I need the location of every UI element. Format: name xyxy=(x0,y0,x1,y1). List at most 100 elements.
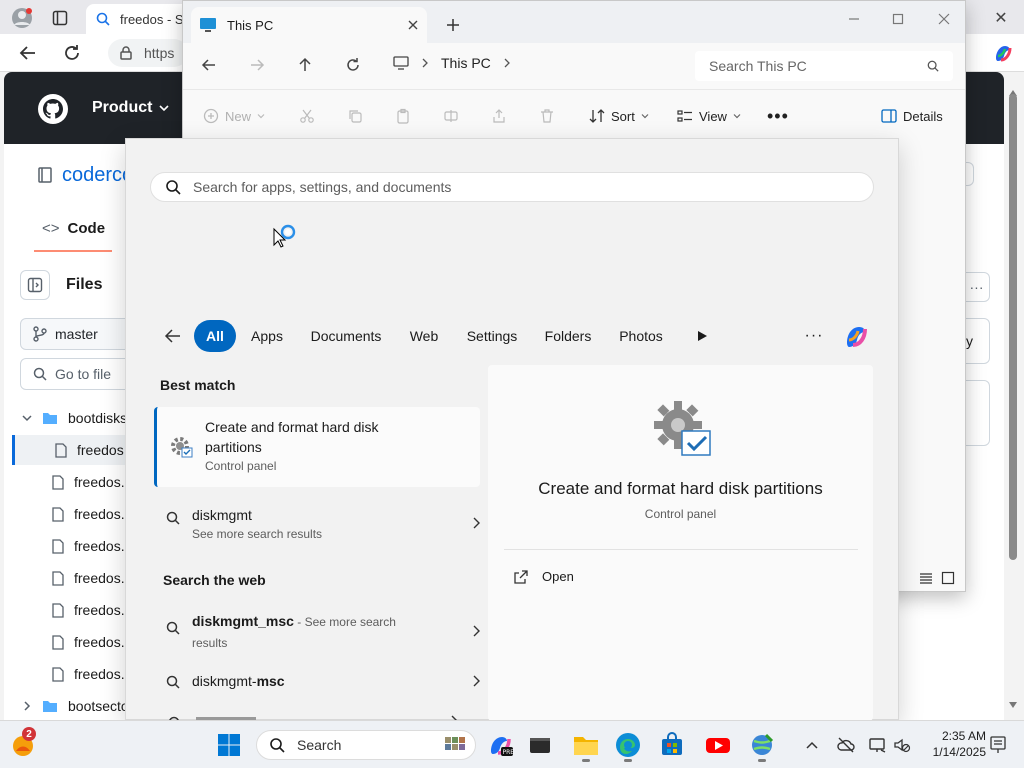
filter-chip-all[interactable]: All xyxy=(194,320,236,352)
scrollbar-thumb[interactable] xyxy=(1009,94,1017,560)
page-scrollbar[interactable] xyxy=(1006,80,1020,720)
youtube-app-icon[interactable] xyxy=(704,731,732,759)
notification-badge: 2 xyxy=(22,727,36,741)
file-explorer-taskbar-icon[interactable] xyxy=(572,731,600,762)
branch-selector[interactable]: master xyxy=(20,318,140,350)
suggestion-diskmgmt[interactable]: diskmgmt See more search results xyxy=(154,505,480,549)
tree-file-item[interactable]: freedos. xyxy=(12,531,132,561)
back-arrow-icon[interactable] xyxy=(16,42,40,64)
sort-button[interactable]: Sort xyxy=(589,104,649,128)
windows-search-panel: Search for apps, settings, and documents… xyxy=(125,138,899,721)
copilot-icon[interactable] xyxy=(838,319,872,353)
more-options-icon[interactable]: ··· xyxy=(802,325,826,347)
windows-start-icon[interactable] xyxy=(217,733,241,757)
web-result[interactable]: diskmgmt-msc xyxy=(154,671,480,701)
taskbar: 2 Search PRE 2:35 AM 1/14/2025 xyxy=(0,720,1024,768)
taskbar-clock[interactable]: 2:35 AM 1/14/2025 xyxy=(914,728,986,760)
chevron-up-icon[interactable] xyxy=(804,737,820,753)
new-tab-plus-icon[interactable] xyxy=(441,13,465,37)
tree-folder-bootdisks[interactable]: bootdisks xyxy=(12,403,132,433)
refresh-icon[interactable] xyxy=(339,53,367,77)
search-input[interactable]: Search for apps, settings, and documents xyxy=(150,172,874,202)
details-view-icon[interactable] xyxy=(919,571,933,585)
maximize-icon[interactable] xyxy=(883,7,913,31)
chevron-right-icon[interactable] xyxy=(472,625,480,637)
open-action[interactable]: Open xyxy=(514,569,574,584)
address-bar[interactable]: https xyxy=(108,39,188,67)
github-product-menu[interactable]: Product xyxy=(92,99,170,117)
tree-file-item[interactable]: freedos. xyxy=(12,595,132,625)
scroll-down-arrow-icon[interactable] xyxy=(1009,702,1017,708)
view-label: View xyxy=(699,108,727,124)
tiles-view-icon[interactable] xyxy=(941,571,955,585)
filter-chip-settings[interactable]: Settings xyxy=(460,320,524,352)
github-logo-icon[interactable] xyxy=(36,92,70,126)
filter-chip-documents[interactable]: Documents xyxy=(304,320,388,352)
network-globe-app-icon[interactable] xyxy=(748,731,776,762)
up-arrow-icon[interactable] xyxy=(291,53,319,77)
breadcrumb[interactable]: This PC xyxy=(393,55,511,71)
tree-file-item[interactable]: freedos. xyxy=(12,435,132,465)
file-icon xyxy=(52,602,64,618)
filter-chip-folders[interactable]: Folders xyxy=(538,320,598,352)
breadcrumb-item[interactable]: This PC xyxy=(441,55,491,71)
tree-file-item[interactable]: freedos. xyxy=(12,499,132,529)
tree-file-item[interactable]: freedos. xyxy=(12,627,132,657)
more-options-icon[interactable]: ··· xyxy=(964,272,990,302)
paste-icon[interactable] xyxy=(395,104,411,128)
minimize-icon[interactable] xyxy=(839,7,869,31)
chevron-right-icon[interactable] xyxy=(472,675,480,687)
terminal-app-icon[interactable] xyxy=(526,731,554,759)
filter-chip-apps[interactable]: Apps xyxy=(242,320,292,352)
view-toggle-group xyxy=(919,571,955,585)
go-to-file-input[interactable]: Go to file xyxy=(20,358,140,390)
filter-chip-web[interactable]: Web xyxy=(402,320,446,352)
back-arrow-icon[interactable] xyxy=(162,325,184,347)
taskbar-search[interactable]: Search xyxy=(256,730,476,760)
play-more-icon[interactable] xyxy=(692,326,712,346)
tree-file-item[interactable]: freedos. xyxy=(12,467,132,497)
active-tab-underline xyxy=(34,250,112,252)
cut-icon[interactable] xyxy=(299,104,315,128)
repo-title[interactable]: coderco xyxy=(38,164,133,187)
share-icon[interactable] xyxy=(491,104,507,128)
weather-widget-icon[interactable]: 2 xyxy=(10,727,40,759)
forward-arrow-icon[interactable] xyxy=(243,53,271,77)
details-button[interactable]: Details xyxy=(881,104,943,128)
delete-icon[interactable] xyxy=(539,104,555,128)
more-options-icon[interactable]: ••• xyxy=(767,104,789,128)
rename-icon[interactable] xyxy=(443,104,459,128)
best-match-result[interactable]: Create and format hard disk partitions C… xyxy=(154,407,480,487)
repo-icon xyxy=(38,166,52,185)
reload-icon[interactable] xyxy=(60,42,84,64)
cloud-offline-icon[interactable] xyxy=(836,735,856,755)
explorer-tab[interactable]: This PC xyxy=(191,7,427,43)
edge-browser-icon[interactable] xyxy=(614,731,642,762)
tree-folder-bootsector[interactable]: bootsecto xyxy=(12,691,132,721)
explorer-search-placeholder: Search This PC xyxy=(709,58,807,74)
notifications-icon[interactable] xyxy=(988,735,1008,755)
tree-file-item[interactable]: freedos. xyxy=(12,659,132,689)
web-result[interactable]: diskmgmt_msc - See more search results xyxy=(154,611,480,651)
copilot-browser-icon[interactable] xyxy=(990,40,1016,66)
tree-file-item[interactable]: freedos. xyxy=(12,563,132,593)
back-arrow-icon[interactable] xyxy=(195,53,223,77)
network-icon[interactable] xyxy=(868,735,888,755)
tab-actions-icon[interactable] xyxy=(50,8,70,28)
copy-icon[interactable] xyxy=(347,104,363,128)
browser-close-icon[interactable]: ✕ xyxy=(990,7,1012,29)
tab-code[interactable]: <> Code xyxy=(42,220,105,237)
filter-chip-photos[interactable]: Photos xyxy=(612,320,670,352)
sidebar-collapse-icon[interactable] xyxy=(20,270,50,300)
view-button[interactable]: View xyxy=(677,104,741,128)
close-tab-icon[interactable] xyxy=(407,19,419,31)
copilot-taskbar-icon[interactable]: PRE xyxy=(486,731,514,759)
chevron-down-icon xyxy=(257,112,265,120)
new-button[interactable]: New xyxy=(203,104,265,128)
volume-muted-icon[interactable] xyxy=(892,735,912,755)
profile-avatar-icon[interactable] xyxy=(10,6,34,30)
store-app-icon[interactable] xyxy=(658,731,686,759)
explorer-search-input[interactable]: Search This PC xyxy=(695,51,953,81)
close-window-icon[interactable] xyxy=(929,7,959,31)
chevron-right-icon[interactable] xyxy=(472,517,480,529)
